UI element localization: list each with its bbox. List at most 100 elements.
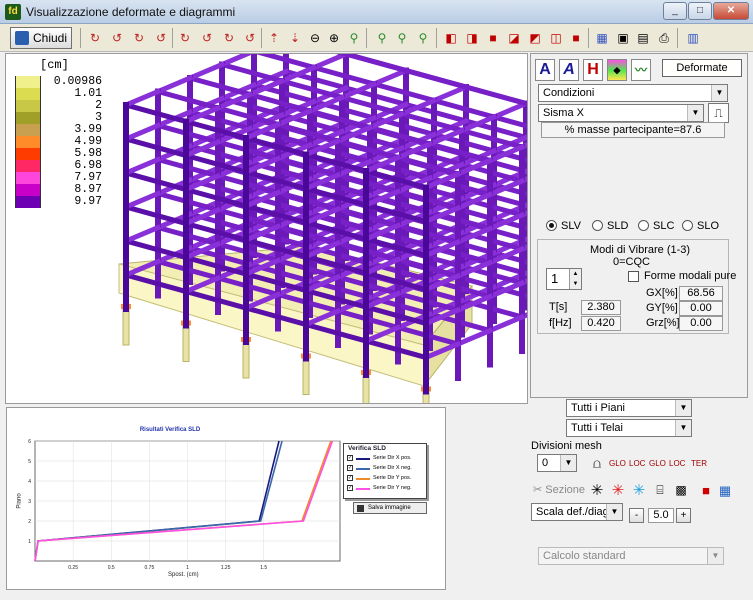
salva-immagine-button[interactable]: Salva immagine	[353, 502, 427, 514]
section-frame-icon[interactable]: ⌸	[651, 481, 669, 499]
colors-icon[interactable]: ▦	[593, 29, 611, 47]
radio-sld[interactable]: SLD	[592, 220, 628, 232]
rotate-z-neg-icon[interactable]: ↺	[198, 29, 216, 47]
app-icon: fd	[5, 4, 21, 20]
radio-slo[interactable]: SLO	[682, 220, 719, 232]
tab-frame-icon[interactable]: A	[535, 59, 555, 81]
close-button[interactable]: ✕	[713, 2, 749, 20]
cross-red-icon[interactable]: ✳	[609, 481, 627, 499]
view-iso-icon[interactable]: ◫	[547, 29, 565, 47]
view-back-icon[interactable]: ◨	[463, 29, 481, 47]
mesh-ter-icon[interactable]: TER	[690, 454, 708, 472]
y-tick-label: 1	[28, 539, 31, 545]
chart-title: Risultati Verifica SLD	[139, 427, 201, 433]
chart-legend-title: Verifica SLD	[348, 445, 386, 452]
scala-minus-button[interactable]: -	[629, 508, 644, 523]
rotate-v-pos-icon[interactable]: ↻	[220, 29, 238, 47]
spin-up-icon: ▲	[569, 269, 581, 279]
radio-slv[interactable]: SLV	[546, 220, 581, 232]
move-down-icon[interactable]: ⇣	[286, 29, 304, 47]
view-iso2-icon[interactable]: ■	[567, 29, 585, 47]
move-up-icon[interactable]: ⇡	[265, 29, 283, 47]
chiudi-button[interactable]: Chiudi	[10, 27, 72, 49]
view-left-icon[interactable]: ■	[484, 29, 502, 47]
tab-beam-icon[interactable]: H	[583, 59, 603, 81]
tab-frame-italic-icon[interactable]: A	[559, 59, 579, 81]
zoom-all-icon[interactable]: ⚲	[373, 29, 391, 47]
rotate-x-neg-icon[interactable]: ↺	[108, 29, 126, 47]
legend-item[interactable]: ✓ Serie Dir X neg.	[344, 463, 426, 473]
print-icon[interactable]: ⎙	[655, 29, 673, 47]
frame-member	[370, 67, 410, 88]
view-top-icon[interactable]: ◩	[526, 29, 544, 47]
mesh-loc-arrow-icon[interactable]: LOC	[668, 454, 686, 472]
maximize-button[interactable]: □	[688, 2, 712, 20]
zoom-out-icon[interactable]: ⊖	[306, 29, 324, 47]
grid-icon[interactable]: ▩	[672, 481, 690, 499]
chevron-down-icon: ▼	[711, 85, 727, 101]
frame-member	[122, 88, 162, 109]
sezione-button[interactable]: ✂ Sezione	[533, 483, 585, 496]
zoom-window-icon[interactable]: ⚲	[345, 29, 363, 47]
calcolo-select[interactable]: Calcolo standard ▼	[538, 547, 724, 565]
spectrum-button[interactable]: ⎍	[708, 103, 729, 123]
rotate-z-pos-icon[interactable]: ↻	[176, 29, 194, 47]
legend-item[interactable]: ✓ Serie Dir X pos.	[344, 453, 426, 463]
mesh-bridge-icon[interactable]: ⩍	[588, 454, 606, 472]
gy-label: GY[%]	[646, 302, 678, 314]
scala-value[interactable]: 5.0	[648, 508, 674, 523]
t-label: T[s]	[549, 301, 568, 313]
t-value: 2.380	[581, 300, 621, 315]
rotate-v-neg-icon[interactable]: ↺	[241, 29, 259, 47]
minimize-button[interactable]: _	[663, 2, 687, 20]
frame-member	[430, 83, 470, 104]
scala-select[interactable]: Scala def./diag. ▼	[531, 503, 623, 521]
piani-select[interactable]: Tutti i Piani ▼	[566, 399, 692, 417]
view-front-icon[interactable]: ◧	[442, 29, 460, 47]
divisioni-select[interactable]: 0 ▼	[537, 454, 577, 472]
title-bar: fd Visualizzazione deformate e diagrammi…	[0, 0, 753, 24]
sisma-select[interactable]: Sisma X ▼	[538, 104, 704, 122]
tab-color-map-icon[interactable]: ◆	[607, 59, 627, 81]
radio-slc[interactable]: SLC	[638, 220, 674, 232]
floppy-icon	[357, 505, 364, 512]
color-grid-icon[interactable]: ▦	[716, 481, 734, 499]
export-icon[interactable]: ▤	[634, 29, 652, 47]
rotate-y-pos-icon[interactable]: ↻	[130, 29, 148, 47]
chevron-down-icon: ▼	[707, 548, 723, 564]
model-viewport[interactable]: [cm] 0.00986 1.01 2 3 3.99 4.99 5.98 6.98 7.97 8.…	[5, 53, 528, 404]
grz-value: 0.00	[679, 316, 723, 331]
rotate-x-pos-icon[interactable]: ↻	[86, 29, 104, 47]
zoom-fit-icon[interactable]: ⚲	[414, 29, 432, 47]
chart-ylabel: Piano	[16, 493, 23, 509]
red-cube-icon[interactable]: ■	[697, 481, 715, 499]
zoom-prev-icon[interactable]: ⚲	[393, 29, 411, 47]
scala-plus-button[interactable]: +	[676, 508, 691, 523]
mode-spinner[interactable]: 1 ▲ ▼	[546, 268, 582, 290]
condizioni-select[interactable]: Condizioni ▼	[538, 84, 728, 102]
legend-item[interactable]: ✓ Serie Dir Y pos.	[344, 473, 426, 483]
save-icon[interactable]: ▣	[614, 29, 632, 47]
mesh-glo-arrow-icon[interactable]: GLO	[648, 454, 666, 472]
settings-icon[interactable]: ▥	[684, 29, 702, 47]
rotate-y-neg-icon[interactable]: ↺	[152, 29, 170, 47]
mesh-loc-icon[interactable]: LOC	[628, 454, 646, 472]
cross-black-icon[interactable]: ✳	[588, 481, 606, 499]
y-tick-label: 6	[28, 439, 31, 445]
gx-value: 68.56	[679, 286, 723, 301]
legend-item[interactable]: ✓ Serie Dir Y neg.	[344, 483, 426, 493]
window-title: Visualizzazione deformate e diagrammi	[26, 5, 236, 19]
telai-select[interactable]: Tutti i Telai ▼	[566, 419, 692, 437]
mesh-glo-icon[interactable]: GLO	[608, 454, 626, 472]
scissors-icon: ✂	[533, 484, 543, 496]
tab-diagram-icon[interactable]: 〰	[631, 59, 651, 81]
chevron-down-icon: ▼	[675, 420, 691, 436]
deformate-button[interactable]: Deformate	[662, 59, 742, 77]
frame-member	[490, 100, 527, 121]
cross-blue-icon[interactable]: ✳	[630, 481, 648, 499]
view-right-icon[interactable]: ◪	[505, 29, 523, 47]
forme-modali-checkbox[interactable]	[628, 271, 639, 282]
frame-member	[122, 156, 162, 177]
x-tick-label: 0.25	[68, 565, 78, 571]
zoom-in-icon[interactable]: ⊕	[325, 29, 343, 47]
